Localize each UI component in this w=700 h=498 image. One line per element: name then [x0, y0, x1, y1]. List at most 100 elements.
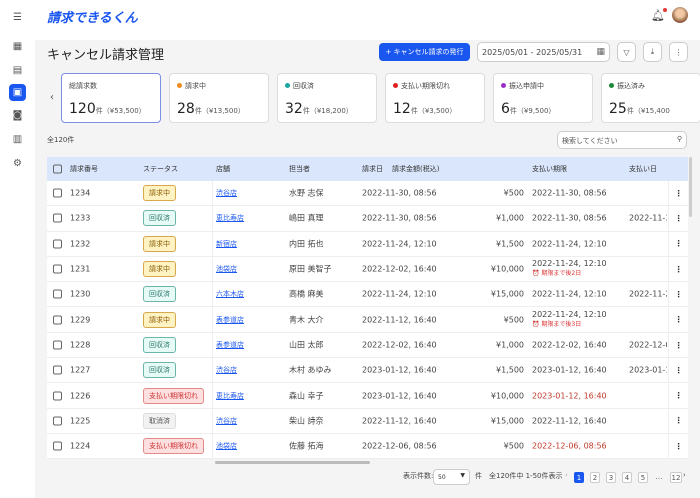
kebab-icon: ⋮ — [674, 188, 683, 198]
row-menu-button[interactable]: ⋮ — [668, 307, 688, 332]
select-all-checkbox[interactable] — [53, 164, 62, 174]
money-icon[interactable]: ◙ — [9, 107, 26, 124]
horizontal-scrollbar[interactable] — [215, 461, 370, 464]
due-date: 2022-11-24, 12:10 ⏰ 期限まで後2日 — [532, 259, 607, 279]
column-header[interactable]: 支払い期限 — [532, 164, 567, 174]
table-row[interactable]: 1229 請求中 表参道店 青木 大介 2022-11-12, 16:40 ¥500 202… — [47, 307, 688, 333]
table-row[interactable]: 1233 回収済 恵比寿店 嶋田 真理 2022-11-30, 08:56 ¥1,000 2… — [47, 206, 688, 232]
row-menu-button[interactable]: ⋮ — [668, 332, 688, 358]
row-checkbox[interactable] — [53, 264, 62, 274]
chevron-left-icon[interactable]: ‹ — [50, 92, 54, 103]
column-header[interactable]: ステータス — [143, 164, 178, 174]
table-row[interactable]: 1230 回収済 六本木店 高橋 麻美 2022-11-24, 12:10 ¥15,000… — [47, 282, 688, 308]
row-checkbox[interactable] — [53, 213, 62, 223]
calendar-icon[interactable]: ▣ — [9, 84, 26, 101]
payment-date: 2023-01-1 — [629, 365, 667, 375]
row-menu-button[interactable]: ⋮ — [668, 408, 688, 433]
next-page-icon[interactable]: › — [683, 471, 686, 479]
summary-card[interactable]: 総請求数 120件（¥53,500） — [61, 73, 161, 123]
store-link[interactable]: 池袋店 — [216, 441, 237, 451]
row-checkbox[interactable] — [53, 315, 62, 325]
row-menu-button[interactable]: ⋮ — [668, 180, 688, 206]
bell-icon[interactable]: 🔔︎ — [651, 8, 667, 22]
table-row[interactable]: 1231 請求中 池袋店 原田 美智子 2022-12-02, 16:40 ¥10,000… — [47, 256, 688, 283]
page-button[interactable]: 2 — [590, 472, 600, 483]
page-button[interactable]: 4 — [622, 472, 632, 483]
date-range-picker[interactable]: 2025/05/01 - 2025/05/31 ▦ — [477, 42, 610, 62]
gear-icon[interactable]: ⚙ — [9, 155, 26, 172]
download-button[interactable]: ⤓ — [643, 42, 662, 62]
table-row[interactable]: 1224 支払い期限切れ 池袋店 佐藤 拓海 2022-12-06, 08:56 ¥500… — [47, 433, 688, 459]
prev-page-icon[interactable]: ‹ — [565, 471, 568, 479]
pagination-summary: 全120件中 1-50件表示 — [489, 472, 563, 480]
row-menu-button[interactable]: ⋮ — [668, 433, 688, 459]
column-header[interactable]: 請求番号 — [70, 164, 98, 174]
row-menu-button[interactable]: ⋮ — [668, 231, 688, 256]
column-header[interactable]: 請求日 — [362, 164, 383, 174]
chart-icon[interactable]: ▥ — [9, 131, 26, 148]
row-checkbox[interactable] — [53, 289, 62, 299]
page-button[interactable]: 12 — [670, 472, 682, 483]
kebab-icon: ⋮ — [674, 416, 683, 426]
row-menu-button[interactable]: ⋮ — [668, 358, 688, 383]
due-date-value: 2023-01-12, 16:40 — [532, 391, 607, 401]
avatar[interactable] — [672, 7, 688, 23]
row-menu-button[interactable]: ⋮ — [668, 383, 688, 408]
table-row[interactable]: 1234 請求中 渋谷店 水野 志保 2022-11-30, 08:56 ¥500 2022… — [47, 180, 688, 207]
store-link[interactable]: 六本木店 — [216, 289, 244, 299]
table-row[interactable]: 1225 取消済 渋谷店 柴山 詩奈 2022-11-12, 16:40 ¥15,000 2… — [47, 408, 688, 434]
summary-card[interactable]: 請求中 28件（¥13,500） — [169, 73, 269, 123]
store-link[interactable]: 恵比寿店 — [216, 213, 244, 223]
row-checkbox[interactable] — [53, 365, 62, 375]
summary-card[interactable]: 回収済 32件（¥18,200） — [277, 73, 377, 123]
row-checkbox[interactable] — [53, 340, 62, 350]
table-row[interactable]: 1228 回収済 表参道店 山田 太郎 2022-12-02, 16:40 ¥1,000 2… — [47, 332, 688, 359]
row-checkbox[interactable] — [53, 391, 62, 401]
summary-card[interactable]: 振込申請中 6件（¥9,500） — [493, 73, 593, 123]
status-dot — [609, 83, 614, 88]
pagination-ellipsis[interactable]: … — [654, 472, 664, 483]
page-button[interactable]: 5 — [638, 472, 648, 483]
per-page-select[interactable]: 50 ▼ — [433, 469, 470, 485]
assignee: 柴山 詩奈 — [289, 416, 324, 426]
column-header[interactable]: 請求金額(税込) — [392, 164, 439, 174]
table-row[interactable]: 1227 回収済 渋谷店 木村 あゆみ 2023-01-12, 16:40 ¥1,500 2… — [47, 358, 688, 384]
store-link[interactable]: 新宿店 — [216, 239, 237, 249]
store-link[interactable]: 表参道店 — [216, 340, 244, 350]
menu-icon[interactable]: ☰ — [9, 9, 26, 26]
store-link[interactable]: 渋谷店 — [216, 188, 237, 198]
table-row[interactable]: 1226 支払い期限切れ 恵比寿店 森山 幸子 2023-01-12, 16:40 ¥10… — [47, 383, 688, 409]
store-link[interactable]: 渋谷店 — [216, 416, 237, 426]
column-header[interactable]: 支払い日 — [629, 164, 657, 174]
row-checkbox[interactable] — [53, 188, 62, 198]
invoice-table: 請求番号 ステータス 店舗 担当者 請求日 請求金額(税込) 支払い期限 支払い日 1234 請求… — [47, 157, 688, 459]
issue-cancel-invoice-button[interactable]: + キャンセル請求の発行 — [379, 43, 470, 61]
table-row[interactable]: 1232 請求中 新宿店 内田 拓也 2022-11-24, 12:10 ¥1,500 20… — [47, 231, 688, 257]
row-checkbox[interactable] — [53, 239, 62, 249]
store-link[interactable]: 恵比寿店 — [216, 391, 244, 401]
row-menu-button[interactable]: ⋮ — [668, 256, 688, 282]
dashboard-icon[interactable]: ▦ — [9, 38, 26, 55]
filter-button[interactable]: ▽ — [617, 42, 636, 62]
row-menu-button[interactable]: ⋮ — [668, 282, 688, 307]
logo[interactable]: 請求できるくん — [47, 7, 138, 26]
vertical-scrollbar[interactable] — [689, 157, 692, 217]
row-checkbox[interactable] — [53, 416, 62, 426]
row-checkbox[interactable] — [53, 441, 62, 451]
column-header[interactable]: 担当者 — [289, 164, 310, 174]
row-menu-button[interactable]: ⋮ — [668, 206, 688, 231]
search-input[interactable]: 検索してください ⚲ — [557, 131, 687, 149]
card-count: 12 — [393, 101, 411, 117]
store-link[interactable]: 表参道店 — [216, 315, 244, 325]
due-date-value: 2022-11-24, 12:10 — [532, 239, 607, 249]
summary-card[interactable]: 支払い期限切れ 12件（¥3,500） — [385, 73, 485, 123]
page-button[interactable]: 1 — [574, 472, 584, 483]
page-button[interactable]: 3 — [606, 472, 616, 483]
store-link[interactable]: 池袋店 — [216, 264, 237, 274]
table-header: 請求番号 ステータス 店舗 担当者 請求日 請求金額(税込) 支払い期限 支払い日 — [47, 157, 688, 181]
column-header[interactable]: 店舗 — [216, 164, 230, 174]
store-link[interactable]: 渋谷店 — [216, 365, 237, 375]
store-icon[interactable]: ▤ — [9, 62, 26, 79]
more-button[interactable]: ⋮ — [669, 42, 688, 62]
summary-card[interactable]: 振込済み 25件（¥15,400 — [601, 73, 700, 123]
